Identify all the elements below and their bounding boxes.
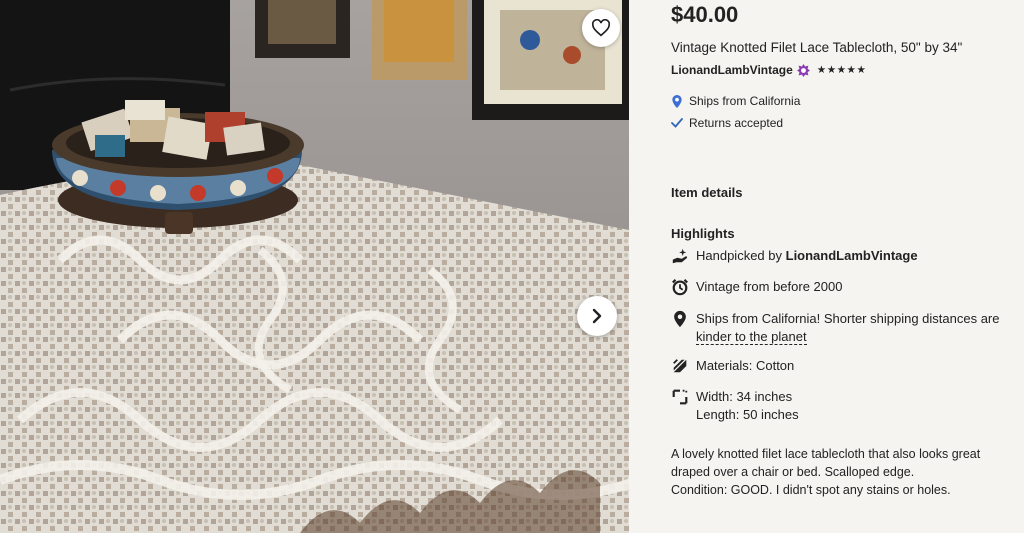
heart-icon [591, 19, 611, 37]
chevron-right-icon [592, 308, 602, 324]
length-text: Length: 50 inches [696, 407, 799, 422]
fabric-icon [673, 359, 687, 373]
hand-sparkle-icon [672, 248, 688, 264]
location-pin-icon [672, 94, 682, 108]
highlight-materials: Materials: Cotton [671, 357, 794, 375]
description-line-2: Condition: GOOD. I didn't spot any stain… [671, 483, 951, 497]
star-seller-badge-icon [796, 63, 810, 77]
returns-text: Returns accepted [689, 116, 784, 130]
listing-details-panel: $40.00 Vintage Knotted Filet Lace Tablec… [629, 0, 1024, 533]
alarm-clock-icon [672, 279, 688, 296]
highlight-vintage: Vintage from before 2000 [671, 278, 842, 296]
item-details-heading[interactable]: Item details [671, 185, 743, 200]
handpicked-prefix: Handpicked by [696, 248, 786, 263]
shop-name-link[interactable]: LionandLambVintage [671, 63, 793, 77]
ships-from-row: Ships from California [671, 94, 800, 108]
listing-photo[interactable] [0, 0, 629, 533]
materials-text: Materials: Cotton [696, 358, 795, 373]
returns-row: Returns accepted [671, 116, 783, 130]
next-image-button[interactable] [577, 296, 617, 336]
highlight-dimensions: Width: 34 inches Length: 50 inches [671, 388, 799, 424]
highlight-ships: Ships from California! Shorter shipping … [671, 310, 1016, 346]
handpicked-shop-name[interactable]: LionandLambVintage [786, 248, 918, 263]
ships-note-text: Ships from California! Shorter shipping … [696, 311, 1000, 326]
description-line-1: A lovely knotted filet lace tablecloth t… [671, 447, 981, 479]
checkmark-icon [671, 118, 683, 128]
price: $40.00 [671, 2, 739, 27]
shop-row: LionandLambVintage ★★★★★ [671, 63, 866, 77]
vintage-text: Vintage from before 2000 [696, 279, 843, 294]
highlights-heading: Highlights [671, 226, 735, 241]
rating-stars[interactable]: ★★★★★ [817, 64, 867, 76]
tablecloth-photo-image [0, 0, 629, 533]
item-description: A lovely knotted filet lace tablecloth t… [671, 445, 1016, 499]
highlight-handpicked: Handpicked by LionandLambVintage [671, 247, 918, 265]
ships-from-text: Ships from California [689, 94, 801, 108]
dimensions-icon [672, 389, 688, 405]
favorite-button[interactable] [582, 9, 620, 47]
listing-title: Vintage Knotted Filet Lace Tablecloth, 5… [671, 40, 963, 55]
map-pin-icon [674, 310, 686, 328]
width-text: Width: 34 inches [696, 389, 793, 404]
kinder-planet-link[interactable]: kinder to the planet [696, 329, 807, 345]
